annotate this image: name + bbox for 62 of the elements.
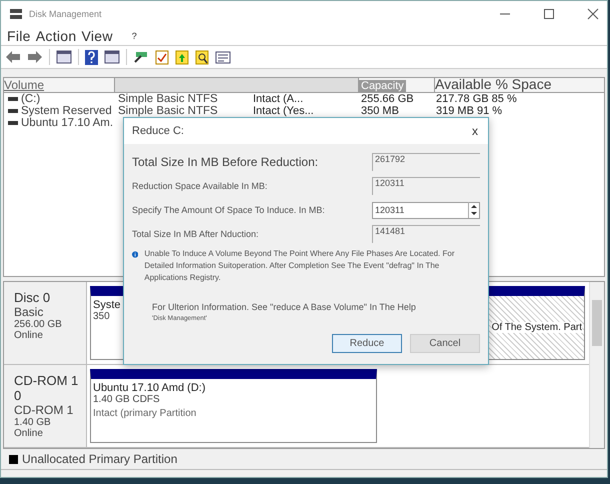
help-text: For Ulterion Information. See "reduce A Base Volume" In The Help: [152, 302, 417, 312]
legend-label: Unallocated Primary Partition: [22, 452, 178, 466]
spinner-arrows-icon[interactable]: [468, 202, 479, 218]
field-label: Specify The Amount Of Space To Induce. In MB:: [132, 205, 325, 215]
table-cell: Simple Basic NTFS: [118, 93, 218, 105]
disk-label: Disc 0: [14, 290, 52, 305]
column-header[interactable]: Available % Space: [435, 78, 555, 92]
partition-label: Of The System. Part: [492, 322, 582, 333]
readonly-field: 120311: [372, 177, 480, 195]
readonly-field: 261792: [372, 153, 480, 171]
field-label: Total Size In MB After Nduction:: [132, 229, 259, 239]
help-icon[interactable]: [85, 50, 98, 64]
disk-label: 256.00 GB: [14, 319, 63, 330]
partition-label: Syste: [93, 299, 121, 311]
back-arrow-icon[interactable]: [5, 50, 21, 64]
list-icon[interactable]: [215, 50, 231, 64]
menu-item[interactable]: View: [81, 28, 113, 44]
menu-item[interactable]: Action: [36, 28, 76, 44]
disk-label: CD-ROM 1 0: [14, 373, 80, 403]
table-cell: 319 MB 91 %: [436, 105, 502, 117]
table-cell: Intact (Yes...: [253, 105, 314, 117]
disk-drive-icon: [9, 8, 23, 20]
pane-icon[interactable]: [56, 50, 72, 64]
reduce-button[interactable]: Reduce: [332, 334, 402, 353]
field-label: Reduction Space Available In MB:: [132, 181, 268, 191]
window-title: Disk Management: [29, 9, 102, 19]
checklist-icon[interactable]: [155, 50, 169, 64]
partition-label: 350: [93, 311, 110, 322]
table-cell: Simple Basic NTFS: [118, 105, 218, 117]
table-cell: System Reserved: [21, 105, 112, 117]
menu-item[interactable]: File: [7, 28, 31, 44]
disk-label: Online: [14, 330, 44, 341]
cancel-button[interactable]: Cancel: [410, 334, 480, 353]
upload-icon[interactable]: [175, 50, 189, 64]
scrollbar[interactable]: [589, 282, 604, 448]
disk-label: Online: [14, 428, 44, 439]
search-icon[interactable]: [195, 50, 209, 64]
partition-label: 1.40 GB CDFS: [93, 394, 160, 405]
info-text: Unable To Induce A Volume Beyond The Point Where Any File Phases Are Located. For Detailed Information Suitoperation. After Completion See The Event "defrag" In The Applications Registry.: [144, 248, 456, 284]
table-cell: 350 MB: [361, 105, 399, 117]
field-label: Total Size In MB Before Reduction:: [132, 155, 318, 169]
menu-item[interactable]: ?: [132, 31, 138, 41]
maximize-icon[interactable]: [543, 8, 555, 20]
partition-label: Ubuntu 17.10 Amd (D:): [93, 382, 206, 394]
table-cell: 217.78 GB 85 %: [436, 93, 517, 105]
table-cell: Intact (A...: [253, 93, 304, 105]
disk-label: Basic: [14, 305, 44, 319]
readonly-field: 141481: [372, 225, 480, 243]
connect-icon[interactable]: [133, 50, 149, 64]
close-button[interactable]: x: [470, 124, 480, 138]
partition-block[interactable]: Ubuntu 17.10 Amd (D:) 1.40 GB CDFS Intact (primary Partition: [90, 369, 377, 443]
partition-label: Intact (primary Partition: [93, 408, 196, 419]
disk-label: CD-ROM 1: [14, 403, 74, 417]
table-cell: Ubuntu 17.10 Am.: [21, 117, 114, 129]
pane-icon[interactable]: [104, 50, 120, 64]
forward-arrow-icon[interactable]: [27, 50, 43, 64]
close-icon[interactable]: [587, 8, 599, 20]
dialog-title: Reduce C:: [132, 125, 184, 137]
table-cell: 255.66 GB: [361, 93, 414, 105]
table-cell: (C:): [21, 93, 40, 105]
spinner-field[interactable]: 120311: [372, 202, 480, 218]
disk-label: 1.40 GB: [14, 417, 52, 428]
